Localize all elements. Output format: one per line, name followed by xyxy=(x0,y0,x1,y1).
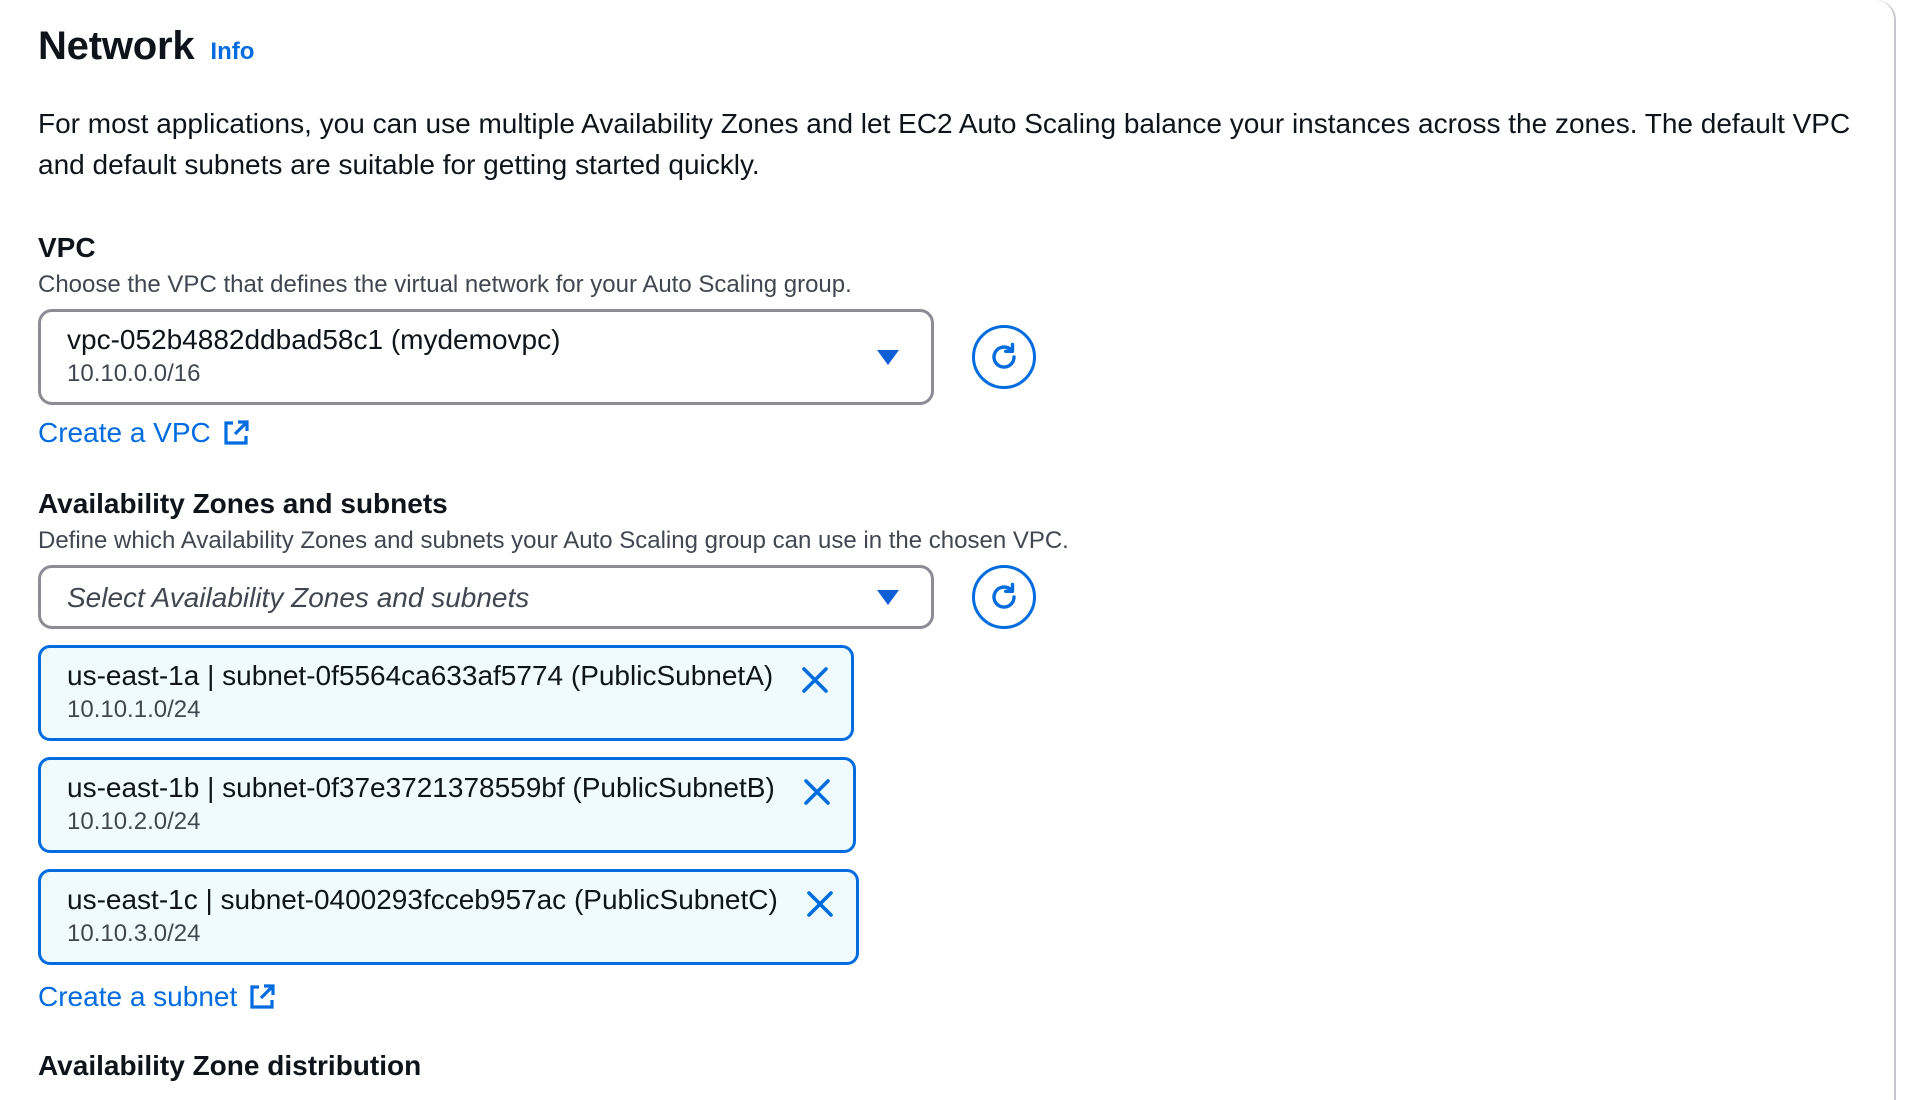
info-link[interactable]: Info xyxy=(210,38,254,66)
az-placeholder: Select Availability Zones and subnets xyxy=(67,582,530,613)
vpc-label: VPC xyxy=(38,232,96,263)
external-link-icon xyxy=(224,420,249,445)
az-field: Availability Zones and subnets Define wh… xyxy=(38,487,1868,1013)
caret-down-icon xyxy=(877,590,899,605)
subnet-token: us-east-1c | subnet-0400293fcceb957ac (P… xyxy=(38,869,859,965)
create-vpc-link[interactable]: Create a VPC xyxy=(38,417,251,449)
create-vpc-link-label: Create a VPC xyxy=(38,417,211,448)
refresh-icon xyxy=(992,342,1016,369)
subnet-token-label: us-east-1c | subnet-0400293fcceb957ac (P… xyxy=(67,884,778,915)
subnet-token-cidr: 10.10.1.0/24 xyxy=(67,696,201,723)
section-description: For most applications, you can use multi… xyxy=(38,108,1851,180)
subnet-token-label: us-east-1b | subnet-0f37e3721378559bf (P… xyxy=(67,772,775,803)
subnet-token-cidr: 10.10.3.0/24 xyxy=(67,920,201,947)
section-header: Network Info xyxy=(38,24,1868,69)
vpc-field: VPC Choose the VPC that defines the virt… xyxy=(38,231,1868,449)
subnet-token: us-east-1b | subnet-0f37e3721378559bf (P… xyxy=(38,757,856,853)
create-subnet-link-label: Create a subnet xyxy=(38,981,238,1012)
caret-down-icon xyxy=(877,350,899,365)
refresh-icon xyxy=(992,582,1016,609)
vpc-hint: Choose the VPC that defines the virtual … xyxy=(38,271,852,298)
section-title: Network xyxy=(38,24,195,68)
az-select-row: Select Availability Zones and subnets xyxy=(38,565,1868,629)
close-icon[interactable] xyxy=(802,886,838,922)
close-icon[interactable] xyxy=(799,774,835,810)
az-distribution-label: Availability Zone distribution xyxy=(38,1050,422,1081)
vpc-selected-cidr: 10.10.0.0/16 xyxy=(67,360,201,387)
subnet-token-label: us-east-1a | subnet-0f5564ca633af5774 (P… xyxy=(67,660,774,691)
az-refresh-button[interactable] xyxy=(972,565,1036,629)
network-content: Network Info For most applications, you … xyxy=(38,24,1868,1013)
vpc-refresh-button[interactable] xyxy=(972,325,1036,389)
az-multiselect[interactable]: Select Availability Zones and subnets xyxy=(38,565,934,629)
subnet-token-cidr: 10.10.2.0/24 xyxy=(67,808,201,835)
network-panel: Network Info For most applications, you … xyxy=(0,0,1896,1100)
vpc-select[interactable]: vpc-052b4882ddbad58c1 (mydemovpc) 10.10.… xyxy=(38,309,934,405)
selected-subnets-list: us-east-1a | subnet-0f5564ca633af5774 (P… xyxy=(38,645,1868,981)
external-link-icon xyxy=(250,984,275,1009)
subnet-token: us-east-1a | subnet-0f5564ca633af5774 (P… xyxy=(38,645,855,741)
az-label: Availability Zones and subnets xyxy=(38,488,448,519)
close-icon[interactable] xyxy=(797,662,833,698)
az-hint: Define which Availability Zones and subn… xyxy=(38,527,1069,554)
create-subnet-link[interactable]: Create a subnet xyxy=(38,981,277,1013)
vpc-selected-value: vpc-052b4882ddbad58c1 (mydemovpc) xyxy=(67,324,561,355)
vpc-select-row: vpc-052b4882ddbad58c1 (mydemovpc) 10.10.… xyxy=(38,309,1868,405)
